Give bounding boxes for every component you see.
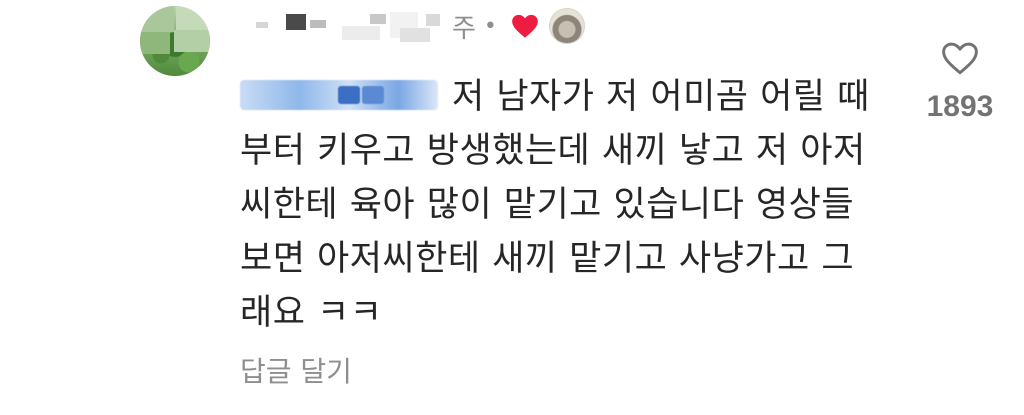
comment-body: 저 남자가 저 어미곰 어릴 때부터 키우고 방생했는데 새끼 낳고 저 아저씨… [240, 70, 880, 340]
like-count: 1893 [926, 90, 994, 123]
username[interactable] [240, 8, 450, 44]
separator-dot: • [483, 13, 497, 39]
comment-header: 주 • [240, 8, 585, 44]
timestamp: 주 [452, 13, 476, 44]
like-column: 1893 [915, 40, 1005, 124]
author-avatar [548, 8, 585, 44]
avatar[interactable] [140, 6, 210, 76]
mention-username[interactable] [240, 80, 438, 110]
reply-button[interactable]: 답글 달기 [240, 350, 352, 390]
comment-text: 저 남자가 저 어미곰 어릴 때부터 키우고 방생했는데 새끼 낳고 저 아저씨… [240, 77, 870, 333]
heart-outline-icon[interactable] [940, 40, 980, 76]
heart-filled-icon [512, 14, 538, 38]
